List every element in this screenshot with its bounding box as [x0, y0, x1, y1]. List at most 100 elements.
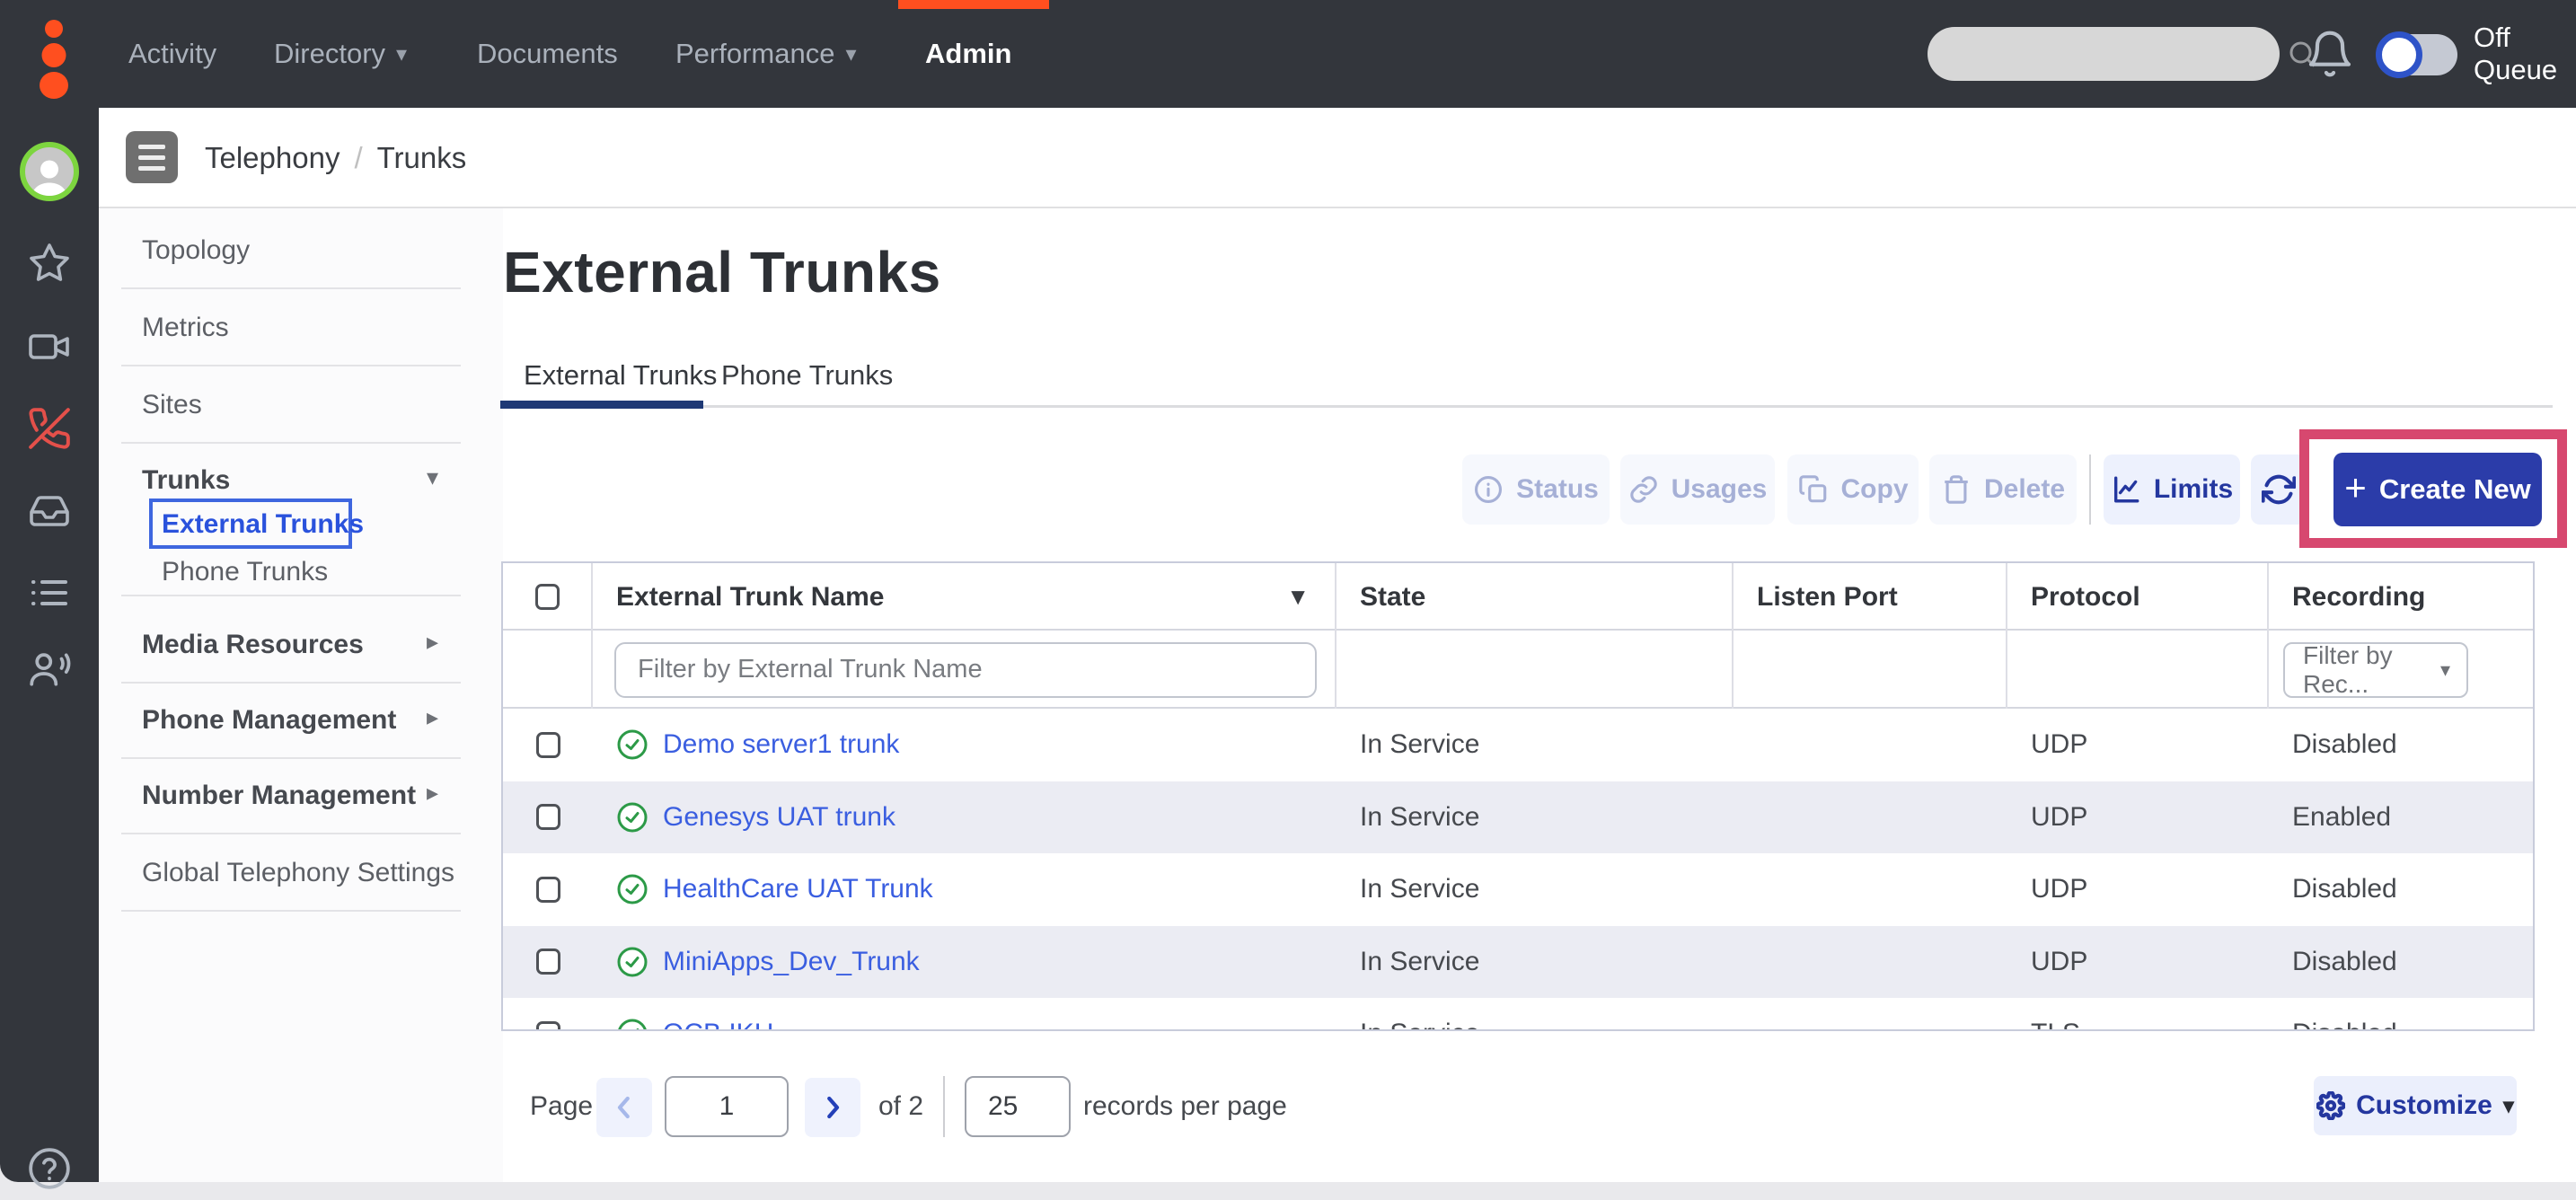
divider [121, 365, 461, 366]
row-checkbox[interactable] [536, 1021, 560, 1031]
column-header-recording[interactable]: Recording [2269, 563, 2533, 631]
usages-button[interactable]: Usages [1620, 454, 1775, 525]
copy-button[interactable]: Copy [1787, 454, 1919, 525]
sidebar-item-trunks[interactable]: Trunks [142, 465, 230, 496]
previous-page-button[interactable] [596, 1078, 652, 1137]
chevron-right-icon[interactable]: ▸ [427, 703, 438, 731]
refresh-icon [2262, 472, 2296, 507]
sidebar-item-metrics[interactable]: Metrics [142, 313, 229, 343]
sort-descending-icon[interactable]: ▼ [1286, 583, 1310, 611]
favorites-star-icon[interactable] [28, 242, 71, 289]
table-row[interactable]: OCB IKH In Service TLS Disabled [503, 998, 2533, 1031]
row-checkbox[interactable] [536, 732, 560, 758]
list-icon[interactable] [28, 571, 71, 619]
sidebar-item-sites[interactable]: Sites [142, 390, 202, 420]
column-header-listen-port[interactable]: Listen Port [1734, 563, 2007, 631]
select-all-checkbox[interactable] [535, 584, 560, 610]
trunk-name-link[interactable]: MiniApps_Dev_Trunk [663, 947, 920, 977]
copy-icon [1798, 474, 1829, 505]
cell-protocol: UDP [2007, 729, 2269, 760]
table-filter-row: Filter by Rec... ▾ [503, 631, 2533, 709]
toolbar-divider [2089, 454, 2091, 525]
breadcrumb-telephony[interactable]: Telephony [205, 141, 340, 175]
divider [121, 833, 461, 834]
next-page-button[interactable] [805, 1078, 860, 1137]
refresh-button[interactable] [2251, 454, 2307, 525]
breadcrumb-trunks[interactable]: Trunks [377, 141, 467, 175]
trunk-name-link[interactable]: Genesys UAT trunk [663, 802, 895, 833]
sidebar-item-number-management[interactable]: Number Management [142, 781, 416, 811]
queue-status-toggle[interactable] [2378, 34, 2457, 75]
chevron-right-icon [819, 1094, 846, 1121]
global-search-input[interactable] [1928, 40, 2286, 68]
trash-icon [1941, 474, 1972, 505]
help-icon[interactable] [27, 1146, 72, 1196]
plus-icon: + [2344, 469, 2367, 507]
status-label: Status [1516, 474, 1599, 505]
current-page-input[interactable] [665, 1076, 789, 1137]
nav-item-label: Admin [925, 38, 1011, 70]
limits-button[interactable]: Limits [2104, 454, 2240, 525]
trunk-name-link[interactable]: OCB IKH [663, 1019, 773, 1031]
chevron-right-icon[interactable]: ▸ [427, 628, 438, 656]
records-per-page-input[interactable] [965, 1076, 1071, 1137]
column-header-label: External Trunk Name [616, 582, 884, 613]
breadcrumb-bar: Telephony / Trunks [99, 108, 2576, 208]
row-checkbox[interactable] [536, 949, 560, 975]
cell-state: In Service [1337, 729, 1734, 760]
gear-icon [2316, 1091, 2345, 1120]
video-camera-icon[interactable] [28, 325, 71, 373]
in-service-check-icon [616, 946, 648, 978]
genesys-logo-icon[interactable] [36, 20, 72, 92]
nav-item-documents[interactable]: Documents [477, 0, 618, 108]
trunk-name-link[interactable]: Demo server1 trunk [663, 729, 899, 760]
divider [121, 442, 461, 444]
cell-state: In Service [1337, 874, 1734, 904]
recording-filter-dropdown[interactable]: Filter by Rec... ▾ [2283, 642, 2468, 698]
inbox-icon[interactable] [28, 489, 71, 536]
sidebar-item-external-trunks[interactable]: External Trunks [162, 509, 364, 540]
menu-hamburger-button[interactable] [126, 131, 178, 183]
phone-disabled-icon[interactable] [27, 406, 72, 455]
nav-item-directory[interactable]: Directory ▾ [274, 0, 407, 108]
trunk-name-filter-input[interactable] [614, 642, 1317, 698]
in-service-check-icon [616, 801, 648, 834]
chevron-right-icon[interactable]: ▸ [427, 779, 438, 807]
customize-button[interactable]: Customize ▾ [2314, 1076, 2517, 1135]
chevron-down-icon[interactable]: ▾ [427, 463, 438, 491]
divider [121, 595, 461, 596]
table-row[interactable]: Demo server1 trunk In Service UDP Disabl… [503, 709, 2533, 781]
notifications-bell-icon[interactable] [2305, 29, 2355, 79]
info-icon [1473, 474, 1504, 505]
tab-external-trunks[interactable]: External Trunks [524, 359, 717, 392]
nav-item-admin[interactable]: Admin [925, 0, 1011, 108]
cell-recording: Disabled [2269, 874, 2533, 904]
trunk-name-link[interactable]: HealthCare UAT Trunk [663, 874, 933, 904]
sidebar-item-phone-trunks[interactable]: Phone Trunks [162, 557, 328, 587]
tab-phone-trunks[interactable]: Phone Trunks [721, 359, 893, 392]
row-checkbox[interactable] [536, 804, 560, 830]
column-header-state[interactable]: State [1337, 563, 1734, 631]
telephony-side-menu: Topology Metrics Sites Trunks ▾ External… [99, 208, 503, 1182]
table-row[interactable]: HealthCare UAT Trunk In Service UDP Disa… [503, 853, 2533, 926]
table-row[interactable]: MiniApps_Dev_Trunk In Service UDP Disabl… [503, 926, 2533, 999]
page-count-label: of 2 [878, 1091, 923, 1122]
sidebar-item-media-resources[interactable]: Media Resources [142, 630, 364, 660]
cell-recording: Enabled [2269, 802, 2533, 833]
agent-speaking-icon[interactable] [27, 647, 72, 696]
row-checkbox[interactable] [536, 877, 560, 903]
nav-item-label: Documents [477, 38, 618, 70]
column-header-name[interactable]: External Trunk Name ▼ [593, 563, 1337, 631]
delete-button[interactable]: Delete [1929, 454, 2077, 525]
create-new-button[interactable]: + Create New [2333, 453, 2542, 526]
divider [121, 757, 461, 759]
table-row[interactable]: Genesys UAT trunk In Service UDP Enabled [503, 781, 2533, 854]
sidebar-item-topology[interactable]: Topology [142, 235, 250, 266]
status-button[interactable]: Status [1462, 454, 1610, 525]
sidebar-item-phone-management[interactable]: Phone Management [142, 705, 396, 736]
nav-item-performance[interactable]: Performance ▾ [675, 0, 857, 108]
user-avatar[interactable] [20, 142, 79, 201]
sidebar-item-global-telephony-settings[interactable]: Global Telephony Settings [142, 858, 454, 888]
column-header-protocol[interactable]: Protocol [2007, 563, 2269, 631]
nav-item-activity[interactable]: Activity [128, 0, 216, 108]
